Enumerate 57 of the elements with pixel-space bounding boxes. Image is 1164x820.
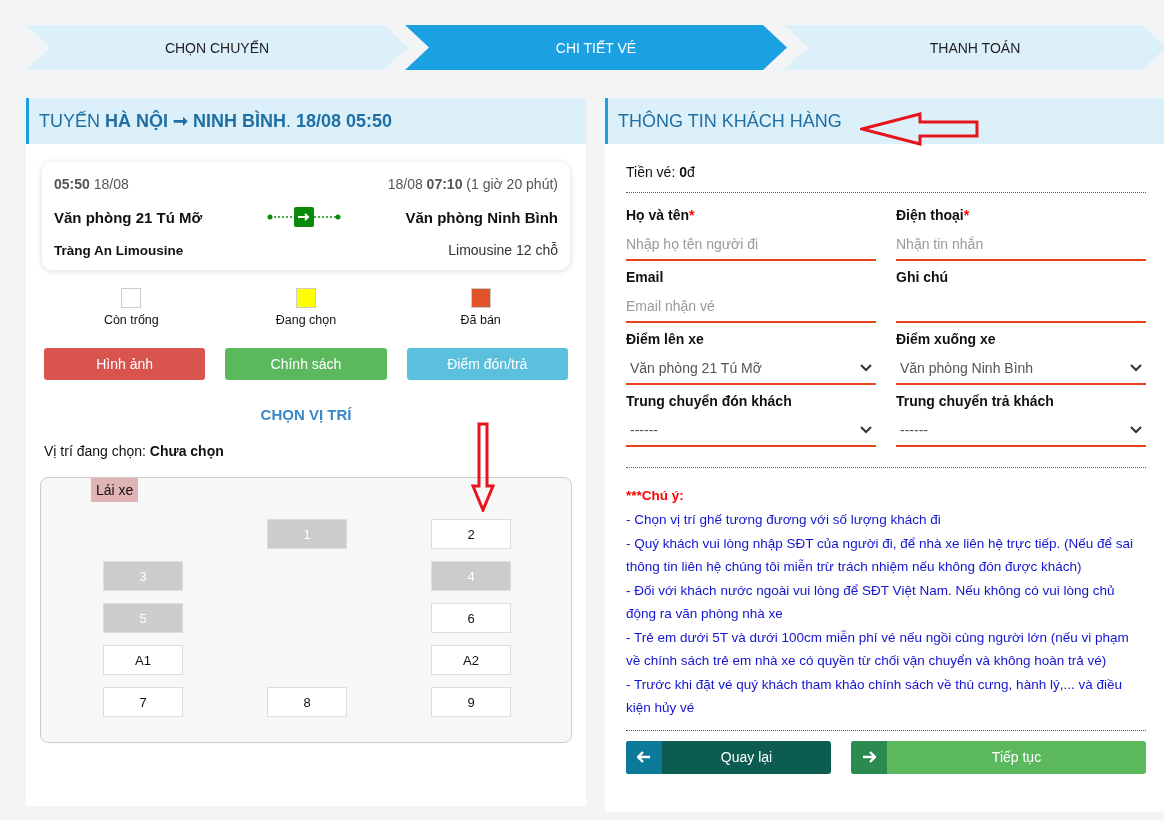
select-field[interactable]: ------: [896, 415, 1146, 447]
field-label: Trung chuyển trả khách: [896, 393, 1054, 409]
destination-name: Văn phòng Ninh Bình: [405, 208, 558, 226]
field-label: Email: [626, 269, 664, 285]
legend-label: Đã bán: [460, 313, 501, 327]
text-field[interactable]: Email nhận vé: [626, 291, 876, 323]
arrow-left-icon: [637, 751, 651, 763]
down-arrow-icon: [471, 422, 495, 512]
legend-label: Đang chọn: [275, 313, 337, 327]
route-title: TUYẾN HÀ NỘI ➞ NINH BÌNH. 18/08 05:50: [39, 110, 393, 132]
select-field[interactable]: Văn phòng Ninh Bình: [896, 353, 1146, 385]
required-mark: *: [963, 207, 970, 223]
chevron-down-icon: [860, 426, 872, 434]
vehicle-type: Limousine 12 chỗ: [448, 242, 558, 258]
chevron-down-icon: [1130, 426, 1142, 434]
step-tab[interactable]: THANH TOÁN: [784, 25, 1164, 70]
note-text: - Quý khách vui lòng nhập SĐT của người đi, để nhà xe liên hệ trực tiếp. (Nếu để sai thông tin liên hệ chúng tôi miễn trừ trách nhiệm nếu không đón được khách): [626, 534, 1134, 576]
legend-label: Còn trống: [103, 313, 159, 327]
note-text: - Đối với khách nước ngoài vui lòng để SĐT Việt Nam. Nếu không có vui lòng chủ động ra văn phòng nhà xe: [626, 581, 1116, 623]
seat[interactable]: 6: [431, 603, 511, 633]
text-field[interactable]: Nhập họ tên người đi: [626, 229, 876, 261]
seat[interactable]: A2: [431, 645, 511, 675]
text-field[interactable]: Nhận tin nhắn: [896, 229, 1146, 261]
notes-title: ***Chú ý:: [626, 487, 685, 505]
select-field[interactable]: Văn phòng 21 Tú Mỡ: [626, 353, 876, 385]
field-label: Ghi chú: [896, 269, 949, 285]
select-field[interactable]: ------: [626, 415, 876, 447]
ticket-price: Tiền vé: 0đ: [626, 164, 1146, 193]
operator-name: Tràng An Limousine: [54, 242, 184, 258]
seat[interactable]: 9: [431, 687, 511, 717]
selection-text: Vị trí đang chọn: Chưa chọn: [43, 443, 225, 459]
left-arrow-icon: [860, 112, 980, 146]
section-title: CHỌN VỊ TRÍ: [259, 406, 353, 423]
chevron-down-icon: [1130, 364, 1142, 372]
chevron-down-icon: [860, 364, 872, 372]
field-label: Điện thoại: [896, 207, 964, 223]
seat[interactable]: A1: [103, 645, 183, 675]
seat[interactable]: 2: [431, 519, 511, 549]
note-text: - Trẻ em dưới 5T và dưới 100cm miễn phí vé nếu ngồi cùng người lớn (nếu vi phạm về chính sách trẻ em nhà xe có quyền từ chối vận chuyển và không hoàn trả vé): [626, 628, 1130, 670]
seat[interactable]: 7: [103, 687, 183, 717]
panel-title: THÔNG TIN KHÁCH HÀNG: [605, 98, 1164, 144]
required-mark: *: [689, 207, 695, 223]
field-label: Trung chuyển đón khách: [626, 393, 792, 409]
info-button[interactable]: Hình ảnh: [44, 348, 206, 380]
driver-label: Lái xe: [91, 478, 139, 502]
back-button[interactable]: Quay lại: [626, 740, 831, 774]
note-text: - Chọn vị trí ghế tương đương với số lượng khách đi: [626, 511, 942, 529]
arrow-right-icon: [862, 751, 876, 763]
note-text: - Trước khi đặt vé quý khách tham khảo chính sách về thú cưng, hành lý,... và điều kiện hủy vé: [626, 675, 1123, 717]
departure-time: 05:50 18/08: [54, 176, 129, 192]
seat[interactable]: 8: [267, 687, 347, 717]
arrival-time: 18/08 07:10 (1 giờ 20 phút): [387, 176, 558, 192]
field-label: Điểm lên xe: [626, 331, 704, 347]
field-label: Họ và tên: [626, 207, 689, 223]
field-label: Điểm xuống xe: [896, 331, 996, 347]
step-tab[interactable]: CHỌN CHUYẾN: [26, 25, 408, 70]
origin-name: Văn phòng 21 Tú Mỡ: [54, 208, 203, 226]
